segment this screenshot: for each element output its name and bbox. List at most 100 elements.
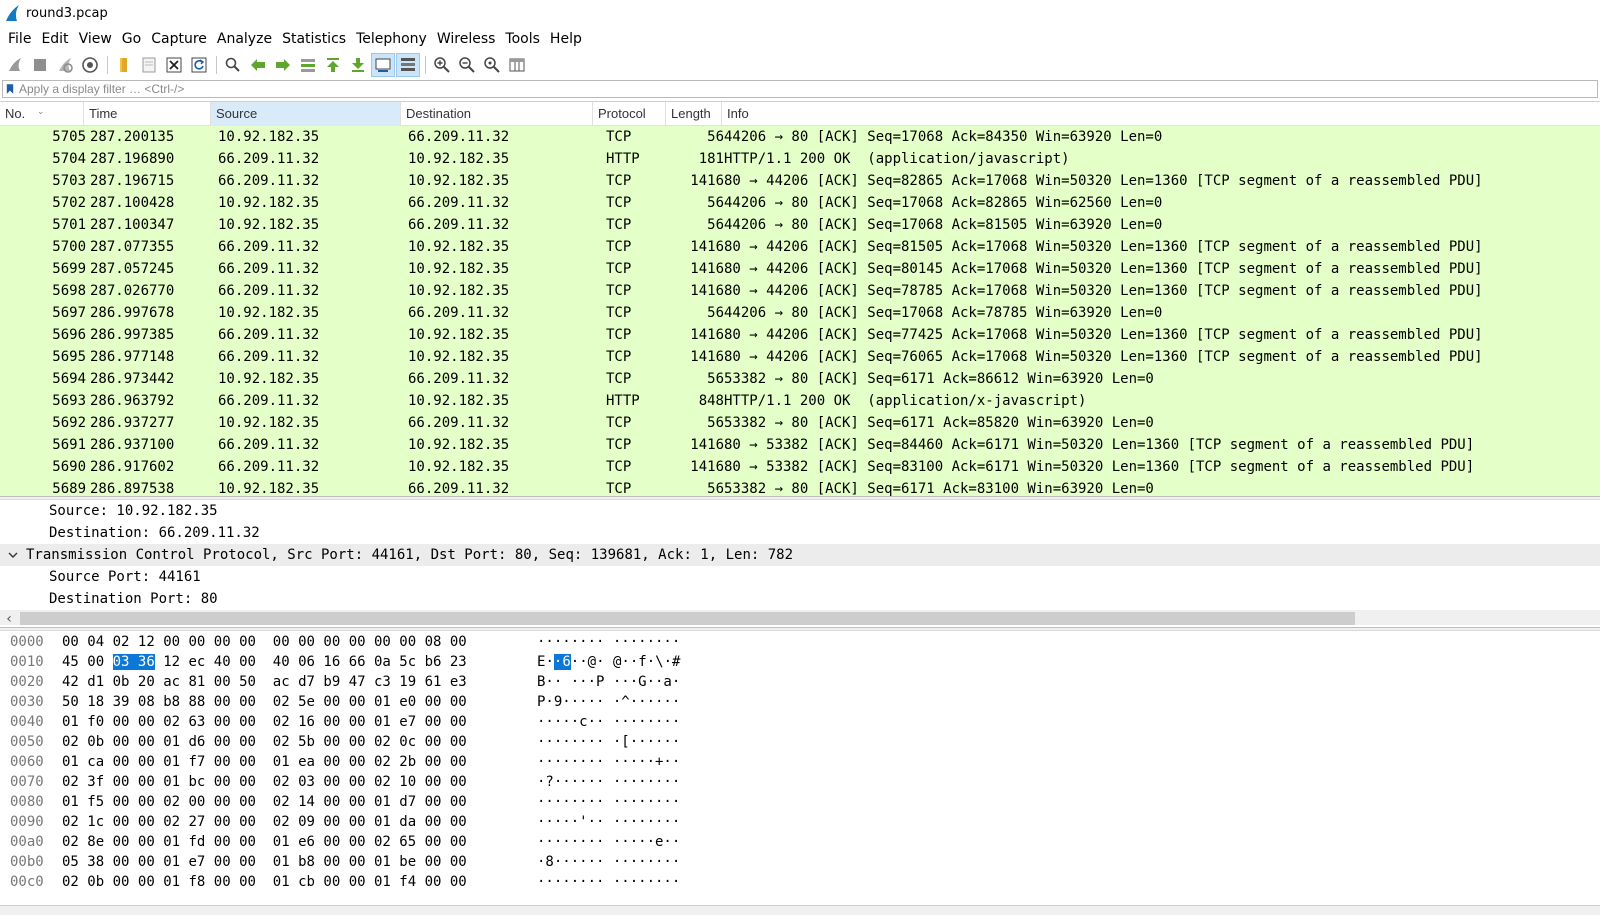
hex-byte[interactable]: 01 [374,714,391,730]
hex-byte[interactable]: 00 [214,714,231,730]
hex-byte[interactable]: 00 [349,754,366,770]
hex-byte[interactable]: 00 [188,634,205,650]
hex-byte[interactable]: d7 [298,674,315,690]
hex-byte[interactable]: 01 [163,734,180,750]
hex-byte[interactable]: 00 [425,854,442,870]
packet-row[interactable]: 5704 287.196890 66.209.11.32 10.92.182.35 HT… [0,148,1600,170]
hex-byte[interactable]: 00 [349,634,366,650]
go-forward-arrow-icon[interactable] [271,53,295,77]
hex-byte[interactable]: b8 [163,694,180,710]
hex-byte[interactable]: 0a [374,654,391,670]
hex-byte[interactable]: 00 [349,854,366,870]
packet-row[interactable]: 5694 286.973442 10.92.182.35 66.209.11.32 TC… [0,368,1600,390]
hex-byte[interactable]: 00 [450,834,467,850]
hex-byte[interactable]: 02 [273,714,290,730]
column-header-info[interactable]: Info [722,102,1600,126]
bytes-row[interactable]: 0020 42 d1 0b 20 ac 81 00 50 ac d7 b9 47 … [0,672,1600,692]
hex-byte[interactable]: 5c [399,654,416,670]
hex-byte[interactable]: 42 [62,674,79,690]
hex-byte[interactable]: 00 [239,774,256,790]
hex-byte[interactable]: ec [188,654,205,670]
hex-byte[interactable]: 00 [425,794,442,810]
hex-byte[interactable]: 04 [87,634,104,650]
hex-byte[interactable]: 02 [273,774,290,790]
hex-byte[interactable]: 02 [273,694,290,710]
hex-byte[interactable]: 00 [323,854,340,870]
packet-row[interactable]: 5689 286.897538 10.92.182.35 66.209.11.32 TC… [0,478,1600,496]
zoom-in-icon[interactable] [430,53,454,77]
packet-row[interactable]: 5699 287.057245 66.209.11.32 10.92.182.35 TC… [0,258,1600,280]
hex-byte[interactable]: 47 [349,674,366,690]
start-capture-icon[interactable] [3,53,27,77]
hex-byte[interactable]: 01 [62,754,79,770]
hex-byte[interactable]: 00 [239,874,256,890]
hex-byte[interactable]: e7 [399,714,416,730]
hex-byte[interactable]: ea [298,754,315,770]
hex-byte[interactable]: 00 [349,774,366,790]
hex-byte[interactable]: f0 [87,714,104,730]
hex-byte[interactable]: d6 [188,734,205,750]
hex-byte[interactable]: 5b [298,734,315,750]
scroll-left-arrow-icon[interactable]: ‹ [0,610,18,626]
hex-byte[interactable]: 00 [163,634,180,650]
hex-byte[interactable]: da [399,814,416,830]
hex-byte[interactable]: 16 [323,654,340,670]
hex-byte[interactable]: 0b [87,734,104,750]
hex-byte[interactable]: 8e [87,834,104,850]
hex-byte[interactable]: 00 [450,734,467,750]
column-header-protocol[interactable]: Protocol [593,102,666,126]
hex-byte[interactable]: 00 [450,634,467,650]
open-file-folder-icon[interactable] [112,53,136,77]
hex-byte[interactable]: 00 [87,654,104,670]
hex-byte[interactable]: 01 [273,854,290,870]
hex-byte[interactable]: be [399,854,416,870]
hex-byte[interactable]: 00 [113,814,130,830]
bytes-row[interactable]: 0060 01 ca 00 00 01 f7 00 00 01 ea 00 00 … [0,752,1600,772]
hex-byte[interactable]: 05 [62,854,79,870]
hex-byte[interactable]: 65 [399,834,416,850]
hex-byte[interactable]: 27 [188,814,205,830]
bytes-row[interactable]: 0080 01 f5 00 00 02 00 00 00 02 14 00 00 … [0,792,1600,812]
hex-byte[interactable]: 00 [138,714,155,730]
hex-byte[interactable]: 66 [349,654,366,670]
capture-options-gear-icon[interactable] [78,53,102,77]
hex-byte[interactable]: 61 [425,674,442,690]
hex-byte[interactable]: 00 [239,814,256,830]
hex-byte[interactable]: 01 [273,754,290,770]
hex-byte[interactable]: 00 [323,714,340,730]
hex-byte[interactable]: 02 [374,774,391,790]
hex-byte[interactable]: 02 [273,814,290,830]
hex-byte[interactable]: 00 [450,814,467,830]
detail-tree-item[interactable]: Destination: 66.209.11.32 [0,522,1600,544]
hex-byte[interactable]: 00 [425,774,442,790]
hex-byte[interactable]: 00 [273,634,290,650]
hex-byte[interactable]: 01 [163,854,180,870]
column-header-destination[interactable]: Destination [401,102,593,126]
hex-byte[interactable]: 16 [298,714,315,730]
bytes-row[interactable]: 00a0 02 8e 00 00 01 fd 00 00 01 e6 00 00 … [0,832,1600,852]
menu-capture[interactable]: Capture [146,28,212,50]
hex-byte[interactable]: 03 [298,774,315,790]
hex-byte[interactable]: b9 [323,674,340,690]
hex-byte[interactable]: 01 [163,754,180,770]
detail-tree-item[interactable]: Destination Port: 80 [0,588,1600,610]
hex-byte[interactable]: 00 [138,794,155,810]
bytes-row[interactable]: 00c0 02 0b 00 00 01 f8 00 00 01 cb 00 00 … [0,872,1600,892]
hex-byte[interactable]: 00 [113,734,130,750]
hex-byte[interactable]: 00 [450,714,467,730]
hex-byte[interactable]: 00 [349,694,366,710]
hex-byte[interactable]: e7 [188,854,205,870]
go-to-packet-icon[interactable] [296,53,320,77]
menu-help[interactable]: Help [545,28,587,50]
detail-tree-item[interactable]: Transmission Control Protocol, Src Port:… [0,544,1600,566]
hex-byte[interactable]: 5e [298,694,315,710]
hex-byte[interactable]: 2b [399,754,416,770]
hex-byte[interactable]: 00 [214,794,231,810]
hex-byte[interactable]: 00 [399,634,416,650]
zoom-out-icon[interactable] [455,53,479,77]
hex-byte[interactable]: 09 [298,814,315,830]
hex-byte[interactable]: 00 [450,854,467,870]
packet-row[interactable]: 5703 287.196715 66.209.11.32 10.92.182.35 TC… [0,170,1600,192]
hex-byte[interactable]: 01 [374,694,391,710]
hex-byte[interactable]: 00 [239,834,256,850]
